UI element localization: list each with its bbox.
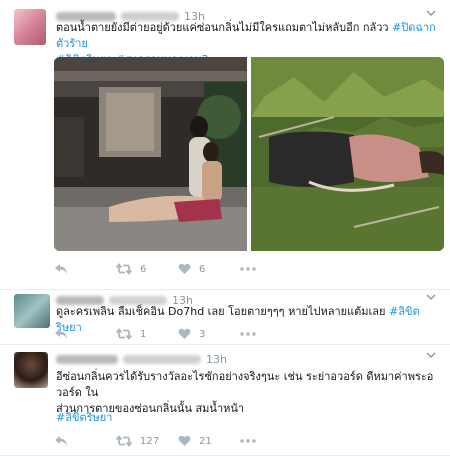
retweet-button[interactable]: 127 <box>116 435 178 447</box>
tweet-actions: 1 3 <box>54 326 302 342</box>
retweet-count: 127 <box>140 435 160 447</box>
blurred-username[interactable] <box>123 354 201 364</box>
like-button[interactable]: 21 <box>178 435 240 447</box>
retweet-count: 1 <box>140 328 147 340</box>
tweet-hashtags: #ลิขิตริษยา <box>56 410 112 426</box>
tweet-text-body: ตอนน้ำตายยังมีต่ายอยู่ด้วยแค่ซ่อนกลิ่นไม… <box>56 21 393 34</box>
more-icon <box>240 332 256 336</box>
chevron-down-icon[interactable] <box>424 350 438 364</box>
like-button[interactable]: 6 <box>178 263 240 275</box>
blurred-display-name[interactable] <box>56 354 118 364</box>
hashtag-link[interactable]: #ลิขิตริษยา <box>56 411 112 424</box>
more-icon <box>240 267 256 271</box>
photo-left[interactable] <box>54 57 247 251</box>
tweet-actions: 6 6 <box>54 261 302 277</box>
tweet-text: อีซ่อนกลิ่นควรได้รับรางวัลอะไรซักอย่างจร… <box>56 369 442 417</box>
photo-right[interactable] <box>251 57 444 251</box>
retweet-button[interactable]: 6 <box>116 263 178 275</box>
retweet-count: 6 <box>140 263 147 275</box>
like-button[interactable]: 3 <box>178 328 240 340</box>
reply-icon <box>55 436 67 446</box>
reply-button[interactable] <box>54 328 116 340</box>
tweet[interactable]: 13h อีซ่อนกลิ่นควรได้รับรางวัลอะไรซักอย่… <box>0 345 450 456</box>
tweet-media[interactable] <box>54 57 444 251</box>
more-button[interactable] <box>240 267 302 271</box>
retweet-icon <box>116 263 132 275</box>
reply-button[interactable] <box>54 435 116 447</box>
heart-icon <box>178 435 191 446</box>
tweet[interactable]: 13h ตอนน้ำตายยังมีต่ายอยู่ด้วยแค่ซ่อนกลิ… <box>0 0 450 290</box>
avatar[interactable] <box>14 9 46 45</box>
like-count: 21 <box>199 435 212 447</box>
more-icon <box>240 439 256 443</box>
retweet-icon <box>116 328 132 340</box>
retweet-icon <box>116 435 132 447</box>
avatar[interactable] <box>14 352 48 388</box>
tweet-text-line: อีซ่อนกลิ่นควรได้รับรางวัลอะไรซักอย่างจร… <box>56 370 434 399</box>
tweet-text-body: ดูละครเพลิน ลืมเช็คอิน Do7hd เลย โอยตายๆ… <box>56 305 389 318</box>
reply-icon <box>55 264 67 274</box>
more-button[interactable] <box>240 439 302 443</box>
avatar[interactable] <box>14 294 50 328</box>
heart-icon <box>178 328 191 339</box>
tweet-header: 13h <box>56 351 227 367</box>
like-count: 6 <box>199 263 206 275</box>
reply-icon <box>55 329 67 339</box>
retweet-button[interactable]: 1 <box>116 328 178 340</box>
tweet-time[interactable]: 13h <box>206 353 227 366</box>
heart-icon <box>178 263 191 274</box>
like-count: 3 <box>199 328 206 340</box>
tweet[interactable]: 13h ดูละครเพลิน ลืมเช็คอิน Do7hd เลย โอย… <box>0 290 450 345</box>
more-button[interactable] <box>240 332 302 336</box>
tweet-actions: 127 21 <box>54 433 302 449</box>
reply-button[interactable] <box>54 263 116 275</box>
